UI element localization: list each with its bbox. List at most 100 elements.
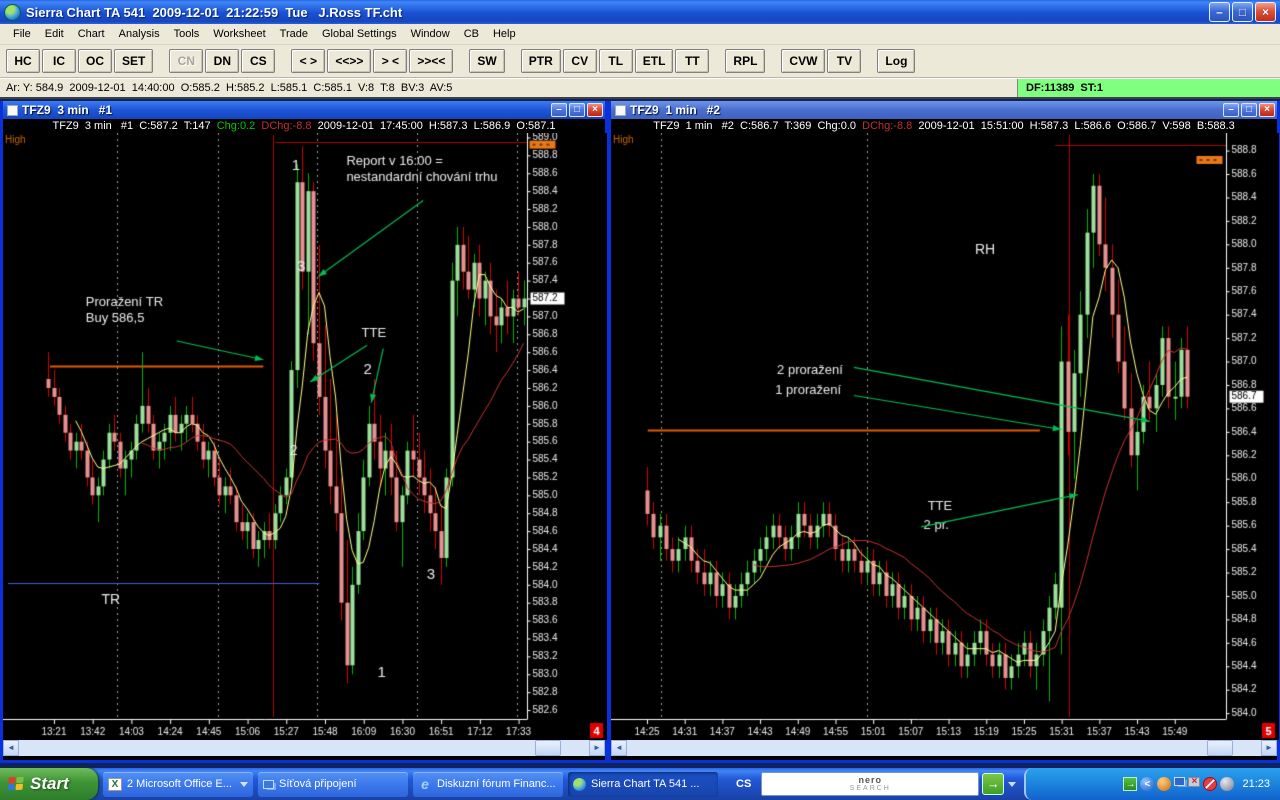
menu-item-global-settings[interactable]: Global Settings [315,25,404,43]
toolbar-button-cv[interactable]: CV [562,49,597,73]
taskbar-task-excel[interactable]: X 2 Microsoft Office E... [103,771,253,797]
app-title: Sierra Chart TA 541 2009-12-01 21:22:59 … [26,4,403,20]
chart-window-1[interactable]: TFZ9 3 min #1 – □ × TFZ9 3 min #1 C:587.… [0,101,608,763]
blocked-icon[interactable] [1203,777,1218,791]
toolbar-button-rpl[interactable]: RPL [725,49,766,73]
menu-item-worksheet[interactable]: Worksheet [206,25,272,43]
menu-item-help[interactable]: Help [486,25,523,43]
monitor-off-icon[interactable]: × [1188,777,1201,787]
toolbar-button-oc[interactable]: OC [78,49,112,73]
chart-header-segment: DChg:-8.8 [862,120,919,132]
app-close-button[interactable]: × [1255,2,1276,22]
menu-item-file[interactable]: File [6,25,38,43]
chart1-minimize-button[interactable]: – [551,103,567,117]
language-indicator[interactable]: CS [736,778,751,790]
chart-window-2-titlebar[interactable]: TFZ9 1 min #2 – □ × [611,101,1277,119]
chart-window-2[interactable]: TFZ9 1 min #2 – □ × TFZ9 1 min #2 C:586.… [608,101,1280,763]
collapse-icon[interactable]: < [1140,777,1155,791]
chart-header-segment: TFZ9 1 min #2 C:586.7 T:369 Chg:0.0 [653,120,863,132]
sphere-icon[interactable] [1220,777,1235,791]
chart-window-1-titlebar[interactable]: TFZ9 3 min #1 – □ × [3,101,605,119]
scroll-right-icon[interactable]: ► [589,740,605,756]
toolbar-button-set[interactable]: SET [114,49,154,73]
nero-search-box[interactable]: nero SEARCH [761,772,980,796]
menu-item-tools[interactable]: Tools [167,25,207,43]
chart1-close-button[interactable]: × [587,103,603,117]
app-titlebar: Sierra Chart TA 541 2009-12-01 21:22:59 … [0,0,1280,24]
toolbar-button-cn[interactable]: CN [169,49,204,73]
toolbar-button-ptr[interactable]: PTR [520,49,561,73]
excel-icon: X [108,777,122,791]
scroll-thumb[interactable] [1207,740,1233,756]
app-minimize-button[interactable]: – [1209,2,1230,22]
chart-1-plot[interactable] [3,133,607,740]
task-label: 2 Microsoft Office E... [127,778,232,790]
chart-2-plot[interactable] [611,133,1279,740]
task-label: Diskuzní fórum Financ... [437,778,556,790]
menu-item-edit[interactable]: Edit [38,25,71,43]
toolbar-button-hc[interactable]: HC [6,49,40,73]
toolbar-button-[interactable]: <<>> [327,49,372,73]
chart-window-1-header: TFZ9 3 min #1 C:587.2 T:147 Chg:0.2 DChg… [3,119,605,133]
toolbar-button-dn[interactable]: DN [205,49,240,73]
chart-2-hscrollbar[interactable]: ◄ ► [611,740,1277,756]
taskbar: Start X 2 Microsoft Office E... Síťová při… [0,768,1280,800]
status-bar: Ar: Y: 584.9 2009-12-01 14:40:00 O:585.2… [0,78,1280,99]
toolbar-button-cs[interactable]: CS [241,49,276,73]
toolbar-button-log[interactable]: Log [877,49,916,73]
task-buttons: X 2 Microsoft Office E... Síťová připojení… [98,771,718,797]
system-tray: → < × 21:23 [1024,768,1280,800]
chevron-down-icon[interactable] [1008,781,1017,787]
toolbar: HC IC OC SET CN DN CS < > <<>> > < >><< SW PTR CV TL ET… [0,45,1280,78]
toolbar-button-tv[interactable]: TV [827,49,862,73]
chart-window-2-title: TFZ9 1 min #2 [630,103,721,117]
menu-bar: File Edit Chart Analysis Tools Worksheet Trade… [0,24,1280,45]
chart-header-segment: Chg:0.2 [216,120,262,132]
chart-window-icon [615,104,626,116]
app-globe-icon [4,3,21,21]
menu-item-cb[interactable]: CB [457,25,486,43]
scroll-thumb[interactable] [535,740,561,756]
toolbar-button-sw[interactable]: SW [469,49,505,73]
dual-monitor-icon[interactable] [1174,777,1186,786]
toolbar-button-cvw[interactable]: CVW [781,49,826,73]
menu-item-window[interactable]: Window [404,25,457,43]
chart-1-hscrollbar[interactable]: ◄ ► [3,740,605,756]
menu-item-analysis[interactable]: Analysis [112,25,167,43]
menu-item-trade[interactable]: Trade [273,25,315,43]
menu-item-chart[interactable]: Chart [71,25,112,43]
launcher-icon[interactable]: → [1123,777,1138,791]
clock: 21:23 [1242,778,1270,790]
mdi-area: TFZ9 3 min #1 – □ × TFZ9 3 min #1 C:587.… [0,99,1280,768]
nero-logo: nero [858,774,883,785]
tray-icons: → < × [1120,777,1235,791]
toolbar-button-ic[interactable]: IC [42,49,76,73]
taskbar-task-sierra[interactable]: Sierra Chart TA 541 ... [568,771,718,797]
toolbar-button-tl[interactable]: TL [598,49,633,73]
start-button[interactable]: Start [0,768,98,800]
chart2-minimize-button[interactable]: – [1223,103,1239,117]
scroll-right-icon[interactable]: ► [1261,740,1277,756]
taskbar-task-network[interactable]: Síťová připojení [258,771,408,797]
chart2-close-button[interactable]: × [1259,103,1275,117]
chart-header-segment: TFZ9 3 min #1 C:587.2 T:147 [52,120,217,132]
toolbar-button-etl[interactable]: ETL [634,49,674,73]
search-go-button[interactable]: → [982,773,1005,795]
desktop: Sierra Chart TA 541 2009-12-01 21:22:59 … [0,0,1280,800]
toolbar-button-[interactable]: >><< [409,49,454,73]
scroll-left-icon[interactable]: ◄ [611,740,627,756]
taskbar-task-ie[interactable]: e Diskuzní fórum Financ... [413,771,563,797]
scroll-left-icon[interactable]: ◄ [3,740,19,756]
chevron-down-icon[interactable] [240,781,248,787]
app-maximize-button[interactable]: □ [1232,2,1253,22]
chart2-maximize-button[interactable]: □ [1241,103,1257,117]
chart-window-1-title: TFZ9 3 min #1 [22,103,113,117]
start-label: Start [30,774,69,793]
toolbar-button-[interactable]: > < [373,49,408,73]
ball-icon[interactable] [1157,777,1172,791]
network-icon [263,779,274,789]
toolbar-button-[interactable]: < > [291,49,326,73]
toolbar-button-tt[interactable]: TT [675,49,710,73]
status-quote-text: Ar: Y: 584.9 2009-12-01 14:40:00 O:585.2… [0,79,1018,97]
chart1-maximize-button[interactable]: □ [569,103,585,117]
